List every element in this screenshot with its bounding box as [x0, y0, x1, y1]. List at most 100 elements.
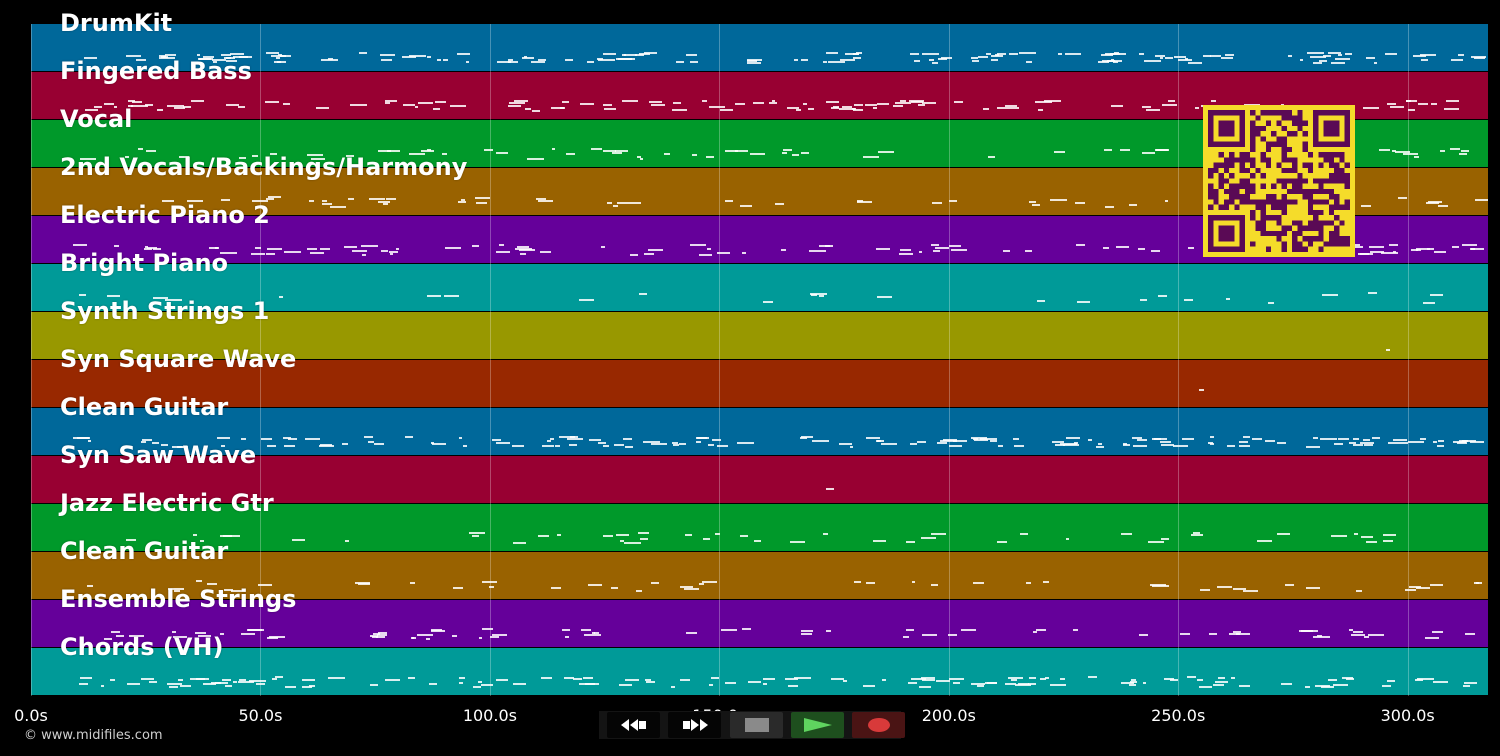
note [701, 100, 708, 103]
note [380, 58, 392, 61]
note [1128, 203, 1138, 206]
note [1120, 533, 1133, 536]
note [881, 443, 897, 446]
note [876, 103, 890, 106]
note [1104, 205, 1114, 208]
note [801, 436, 813, 439]
note [862, 685, 875, 688]
note [997, 444, 1003, 447]
note [540, 250, 552, 253]
note [542, 444, 555, 447]
note [478, 637, 483, 640]
note [302, 685, 313, 688]
note [1009, 52, 1019, 55]
note [379, 54, 395, 57]
note [1349, 442, 1357, 445]
rewind-button[interactable] [607, 712, 660, 738]
note [1129, 684, 1136, 687]
note [1407, 440, 1425, 443]
note [1114, 52, 1119, 55]
note [409, 581, 416, 584]
note [602, 150, 617, 153]
note [650, 443, 668, 446]
note [434, 101, 447, 104]
note [742, 628, 752, 631]
note [310, 252, 324, 255]
note [1024, 249, 1033, 252]
note [1066, 437, 1080, 440]
note [1076, 244, 1085, 247]
note [1330, 61, 1345, 64]
note [1065, 537, 1069, 540]
note [430, 629, 443, 632]
note [1194, 106, 1199, 109]
note [240, 632, 256, 635]
qr-code[interactable] [1203, 105, 1355, 257]
note [305, 437, 320, 440]
note [414, 106, 419, 109]
note [900, 249, 912, 252]
copyright-text: © www.midifiles.com [24, 728, 163, 743]
note [491, 439, 501, 442]
note [1397, 196, 1408, 199]
note [1060, 442, 1078, 445]
note [72, 244, 87, 247]
note [624, 679, 639, 682]
note [1374, 61, 1378, 64]
note [601, 246, 605, 249]
note [233, 680, 237, 683]
note [903, 636, 910, 639]
note [931, 532, 946, 535]
note [807, 108, 814, 111]
note [878, 150, 895, 153]
record-button[interactable] [852, 712, 905, 738]
note [828, 60, 846, 63]
note [79, 293, 86, 296]
note [1473, 56, 1486, 59]
note [1230, 676, 1236, 679]
note [922, 633, 938, 636]
note [319, 444, 333, 447]
note [527, 157, 544, 160]
note [1359, 441, 1375, 444]
note [809, 249, 826, 252]
note [678, 443, 687, 446]
note [1137, 247, 1145, 250]
note [538, 199, 553, 202]
note [395, 247, 400, 250]
play-button[interactable] [791, 712, 844, 738]
note [971, 683, 985, 686]
note [437, 59, 441, 62]
note [459, 681, 464, 684]
stop-button[interactable] [730, 712, 783, 738]
note [1004, 104, 1018, 107]
note [709, 683, 714, 686]
note [1051, 440, 1065, 443]
note [1133, 444, 1147, 447]
note [1350, 633, 1365, 636]
note [429, 682, 437, 685]
note [633, 201, 642, 204]
note [1433, 441, 1437, 444]
note [191, 100, 204, 103]
note [168, 685, 179, 688]
track-lane[interactable] [31, 648, 1488, 695]
note [1352, 631, 1363, 634]
note [683, 587, 700, 590]
note [569, 443, 577, 446]
note [495, 151, 509, 154]
note [930, 244, 940, 247]
note [284, 251, 302, 254]
note [1299, 58, 1304, 61]
note [1073, 628, 1079, 631]
note [753, 539, 762, 542]
note [1414, 155, 1420, 158]
track-name: Clean Guitar [60, 537, 229, 565]
note [180, 684, 191, 687]
note [1187, 246, 1195, 249]
note [1139, 634, 1149, 637]
fast-forward-button[interactable] [668, 712, 721, 738]
note [1164, 57, 1173, 59]
note [79, 683, 88, 686]
note [1425, 636, 1439, 639]
